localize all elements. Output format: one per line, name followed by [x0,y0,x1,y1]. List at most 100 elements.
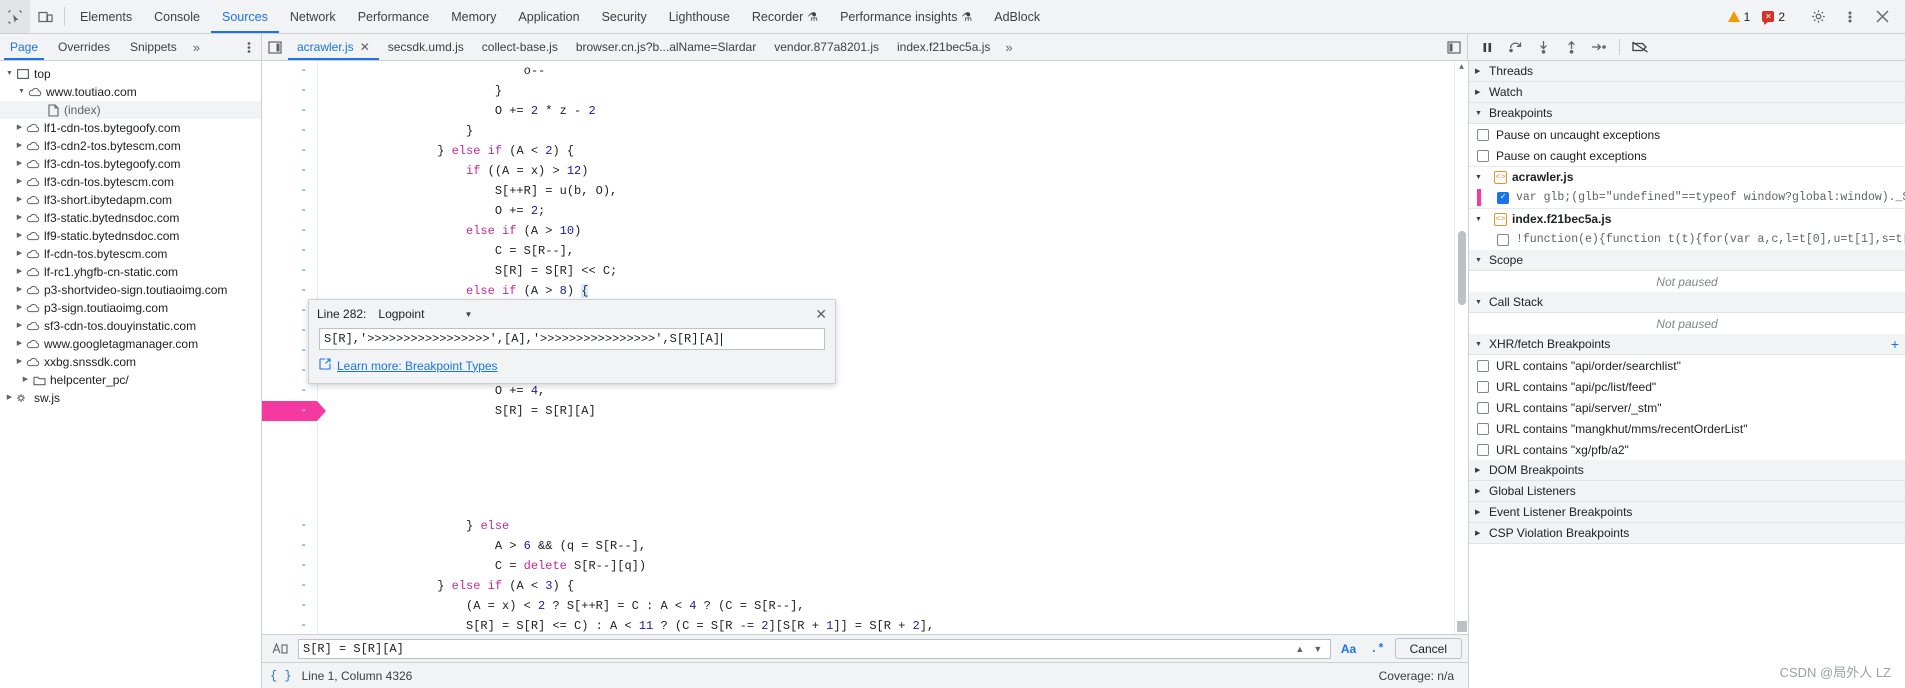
gutter-line[interactable]: - [262,221,307,241]
chevron-right-icon[interactable]: ▶ [4,389,15,407]
step-into-icon[interactable] [1530,36,1556,58]
chevron-right-icon[interactable]: ▶ [14,245,25,263]
xhr-breakpoint-row[interactable]: URL contains "xg/pfb/a2" [1469,439,1905,460]
tree-row[interactable]: ▶ lf3-static.bytednsdoc.com [0,209,261,227]
subtab-page[interactable]: Page [0,34,48,60]
chevron-right-icon[interactable]: ▶ [20,371,31,389]
tree-row[interactable]: ▼ top [0,65,261,83]
checkbox[interactable] [1497,233,1509,246]
gutter-line[interactable]: - [262,576,307,596]
device-toolbar-icon[interactable] [30,0,60,33]
checkbox[interactable] [1477,401,1489,414]
section-dom-breakpoints[interactable]: ▶ DOM Breakpoints [1469,460,1905,481]
tab-lighthouse[interactable]: Lighthouse [658,0,741,33]
file-tab-index[interactable]: index.f21bec5a.js [888,34,999,60]
chevron-right-icon[interactable]: ▶ [14,155,25,173]
chevron-right-icon[interactable]: ▶ [14,299,25,317]
scrollbar-thumb[interactable] [1458,231,1466,305]
chevron-right-icon[interactable]: ▶ [14,173,25,191]
tab-adblock[interactable]: AdBlock [983,0,1051,33]
tab-recorder[interactable]: Recorder ⚗ [741,0,829,33]
checkbox[interactable] [1477,359,1489,372]
chevron-right-icon[interactable]: ▶ [14,209,25,227]
gutter-line[interactable]: - [262,281,307,301]
section-xhr-fetch-breakpoints[interactable]: ▼ XHR/fetch Breakpoints + [1469,334,1905,355]
subtab-overrides[interactable]: Overrides [48,34,120,60]
close-devtools-icon[interactable] [1867,10,1897,23]
chevron-right-icon[interactable]: ▶ [14,263,25,281]
file-tab-acrawler[interactable]: acrawler.js ✕ [288,34,379,60]
tab-memory[interactable]: Memory [440,0,507,33]
pause-resume-icon[interactable] [1474,36,1500,58]
breakpoint-group-index[interactable]: ▼ < > index.f21bec5a.js [1469,208,1905,229]
chevron-down-icon[interactable]: ▼ [1475,110,1489,117]
chevron-right-icon[interactable]: ▶ [14,137,25,155]
gutter-line[interactable]: - [262,261,307,281]
chevron-right-icon[interactable]: ▶ [14,191,25,209]
gutter-line[interactable]: - [262,596,307,616]
chevron-down-icon[interactable]: ▼ [1475,299,1489,306]
tab-elements[interactable]: Elements [69,0,143,33]
breakpoint-entry[interactable]: ✓ var glb;(glb="undefined"==typeof windo… [1469,187,1905,208]
tab-application[interactable]: Application [507,0,590,33]
gutter-line[interactable]: - [262,61,307,81]
breakpoint-group-acrawler[interactable]: ▼ < > acrawler.js [1469,166,1905,187]
show-navigator-icon[interactable] [262,34,288,60]
match-case-button[interactable]: Aa [1337,642,1360,656]
show-debugger-icon[interactable] [1441,34,1467,60]
checkbox[interactable] [1477,128,1489,141]
xhr-breakpoint-row[interactable]: URL contains "api/order/searchlist" [1469,355,1905,376]
chevron-right-icon[interactable]: ▶ [14,335,25,353]
tree-row[interactable]: ▶ p3-sign.toutiaoimg.com [0,299,261,317]
tab-performance[interactable]: Performance [347,0,441,33]
more-options-icon[interactable] [1835,10,1865,24]
xhr-breakpoint-row[interactable]: URL contains "mangkhut/mms/recentOrderLi… [1469,418,1905,439]
pause-uncaught-exceptions-row[interactable]: Pause on uncaught exceptions [1469,124,1905,145]
tab-sources[interactable]: Sources [210,0,279,33]
gutter-line[interactable]: - [262,181,307,201]
gutter-line[interactable]: - [262,301,307,321]
chevron-down-icon[interactable]: ▼ [16,83,27,101]
gutter-line[interactable]: - [262,161,307,181]
gutter-line[interactable]: - [262,241,307,261]
scrollbar-thumb-bottom[interactable] [1457,621,1467,632]
checkbox[interactable] [1477,422,1489,435]
search-prev-icon[interactable]: ▲ [1292,644,1308,654]
tree-row[interactable]: ▶ p3-shortvideo-sign.toutiaoimg.com [0,281,261,299]
gutter-line[interactable]: - [262,81,307,101]
section-threads[interactable]: ▶ Threads [1469,61,1905,82]
chevron-right-icon[interactable]: ▶ [14,119,25,137]
add-xhr-breakpoint-icon[interactable]: + [1891,336,1905,352]
subtab-snippets[interactable]: Snippets [120,34,187,60]
chevron-right-icon[interactable]: ▶ [1475,508,1489,516]
inspect-element-icon[interactable] [0,0,30,33]
tree-row[interactable]: ▶ lf3-cdn-tos.bytegoofy.com [0,155,261,173]
checkbox[interactable] [1477,380,1489,393]
tree-row[interactable]: ▶ helpcenter_pc/ [0,371,261,389]
chevron-down-icon[interactable]: ▼ [1475,216,1489,223]
error-counter[interactable]: ✕ 2 [1757,10,1790,25]
gutter-line[interactable]: - [262,101,307,121]
more-file-tabs-icon[interactable]: » [999,34,1018,60]
tree-row[interactable]: ▶ sf3-cdn-tos.douyinstatic.com [0,317,261,335]
gutter-line[interactable]: - [262,361,307,381]
gutter-line[interactable]: - [262,201,307,221]
pretty-print-icon[interactable] [268,641,292,656]
pretty-print-braces-icon[interactable]: { } [270,669,292,683]
gutter-line[interactable]: - [262,536,307,556]
chevron-down-icon[interactable]: ▼ [1475,257,1489,264]
breakpoint-type-select[interactable]: Logpoint ▼ [378,307,472,321]
tree-row[interactable]: ▶ www.googletagmanager.com [0,335,261,353]
chevron-right-icon[interactable]: ▶ [1475,67,1489,75]
editor-scrollbar[interactable]: ▲ [1454,61,1468,634]
scroll-up-icon[interactable]: ▲ [1459,63,1464,72]
chevron-down-icon[interactable]: ▼ [4,65,15,83]
tree-row[interactable]: ▶ lf1-cdn-tos.bytegoofy.com [0,119,261,137]
tree-row[interactable]: ▶ sw.js [0,389,261,407]
close-icon[interactable]: ✕ [360,40,370,54]
file-tab-browser-cn[interactable]: browser.cn.js?b...alName=Slardar [567,34,765,60]
chevron-down-icon[interactable]: ▼ [1475,174,1489,181]
tab-security[interactable]: Security [591,0,658,33]
chevron-right-icon[interactable]: ▶ [14,227,25,245]
file-tab-collect-base[interactable]: collect-base.js [473,34,567,60]
